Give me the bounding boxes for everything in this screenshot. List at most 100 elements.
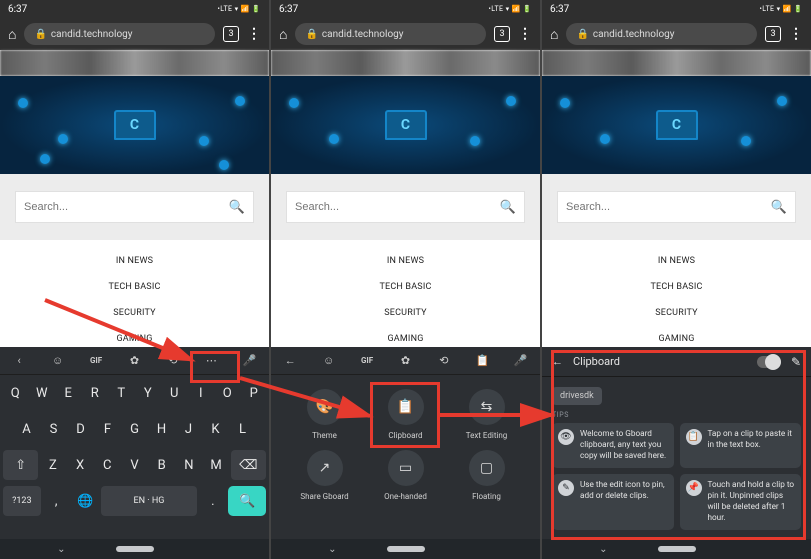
search-box[interactable]: 🔍 bbox=[558, 192, 795, 222]
settings-icon[interactable]: ✿ bbox=[115, 354, 153, 367]
more-icon[interactable]: ⋯ bbox=[192, 354, 230, 367]
key-comma[interactable]: , bbox=[43, 486, 70, 516]
grid-clipboard[interactable]: 📋Clipboard bbox=[370, 389, 441, 440]
key-n[interactable]: N bbox=[176, 450, 201, 480]
key-g[interactable]: G bbox=[122, 414, 147, 444]
nav-item[interactable]: SECURITY bbox=[655, 308, 697, 318]
nav-item[interactable]: GAMING bbox=[658, 334, 694, 344]
key-w[interactable]: W bbox=[30, 378, 55, 408]
toolbar-back-icon[interactable]: ‹ bbox=[0, 354, 38, 367]
key-d[interactable]: D bbox=[68, 414, 93, 444]
key-m[interactable]: M bbox=[204, 450, 229, 480]
menu-icon[interactable]: ⋮ bbox=[247, 26, 261, 42]
menu-icon[interactable]: ⋮ bbox=[518, 26, 532, 42]
search-input[interactable] bbox=[566, 201, 771, 213]
key-u[interactable]: U bbox=[162, 378, 187, 408]
key-space[interactable]: EN · HG bbox=[101, 486, 198, 516]
tabs-button[interactable]: 3 bbox=[223, 26, 239, 42]
key-j[interactable]: J bbox=[176, 414, 201, 444]
key-dot[interactable]: . bbox=[199, 486, 226, 516]
clipboard-toolbar-icon[interactable]: 📋 bbox=[463, 354, 501, 367]
settings-icon[interactable]: ✿ bbox=[386, 354, 424, 367]
address-bar[interactable]: 🔒 candid.technology bbox=[566, 23, 757, 45]
sticker-icon[interactable]: ☺ bbox=[309, 354, 347, 367]
key-search[interactable]: 🔍 bbox=[228, 486, 266, 516]
grid-floating[interactable]: ▢Floating bbox=[451, 450, 522, 501]
gif-icon[interactable]: GIF bbox=[77, 356, 115, 365]
key-q[interactable]: Q bbox=[3, 378, 28, 408]
toolbar-back-icon[interactable]: ← bbox=[271, 354, 309, 367]
clip-chip[interactable]: drivesdk bbox=[552, 387, 602, 405]
key-c[interactable]: C bbox=[95, 450, 120, 480]
key-shift[interactable]: ⇧ bbox=[3, 450, 38, 480]
search-box[interactable]: 🔍 bbox=[16, 192, 253, 222]
key-s[interactable]: S bbox=[41, 414, 66, 444]
nav-item[interactable]: IN NEWS bbox=[658, 256, 695, 266]
tabs-button[interactable]: 3 bbox=[765, 26, 781, 42]
address-bar[interactable]: 🔒 candid.technology bbox=[295, 23, 486, 45]
home-icon[interactable]: ⌂ bbox=[279, 26, 287, 43]
nav-item[interactable]: SECURITY bbox=[384, 308, 426, 318]
key-backspace[interactable]: ⌫ bbox=[231, 450, 266, 480]
nav-item[interactable]: GAMING bbox=[116, 334, 152, 344]
nav-home-pill[interactable] bbox=[387, 546, 425, 552]
nav-down-icon[interactable]: ⌄ bbox=[599, 544, 607, 555]
search-icon[interactable]: 🔍 bbox=[500, 200, 516, 215]
nav-home-pill[interactable] bbox=[116, 546, 154, 552]
tip-card[interactable]: 📋Tap on a clip to paste it in the text b… bbox=[680, 423, 802, 468]
key-y[interactable]: Y bbox=[136, 378, 161, 408]
tabs-button[interactable]: 3 bbox=[494, 26, 510, 42]
key-z[interactable]: Z bbox=[40, 450, 65, 480]
key-t[interactable]: T bbox=[109, 378, 134, 408]
key-symbols[interactable]: ?123 bbox=[3, 486, 41, 516]
key-p[interactable]: P bbox=[242, 378, 267, 408]
key-r[interactable]: R bbox=[83, 378, 108, 408]
search-box[interactable]: 🔍 bbox=[287, 192, 524, 222]
key-o[interactable]: O bbox=[215, 378, 240, 408]
tip-card[interactable]: 👁Welcome to Gboard clipboard, any text y… bbox=[552, 423, 674, 468]
back-icon[interactable]: ← bbox=[552, 355, 563, 368]
key-h[interactable]: H bbox=[149, 414, 174, 444]
clipboard-toggle[interactable] bbox=[757, 356, 781, 368]
home-icon[interactable]: ⌂ bbox=[8, 26, 16, 43]
menu-icon[interactable]: ⋮ bbox=[789, 26, 803, 42]
nav-home-pill[interactable] bbox=[658, 546, 696, 552]
key-e[interactable]: E bbox=[56, 378, 81, 408]
mic-icon[interactable]: 🎤 bbox=[502, 354, 540, 367]
key-globe-icon[interactable]: 🌐 bbox=[72, 486, 99, 516]
search-input[interactable] bbox=[24, 201, 229, 213]
key-l[interactable]: L bbox=[230, 414, 255, 444]
key-x[interactable]: X bbox=[67, 450, 92, 480]
mic-icon[interactable]: 🎤 bbox=[231, 354, 269, 367]
nav-item[interactable]: SECURITY bbox=[113, 308, 155, 318]
home-icon[interactable]: ⌂ bbox=[550, 26, 558, 43]
edit-icon[interactable]: ✎ bbox=[791, 355, 801, 369]
key-f[interactable]: F bbox=[95, 414, 120, 444]
search-icon[interactable]: 🔍 bbox=[229, 200, 245, 215]
grid-theme[interactable]: 🎨Theme bbox=[289, 389, 360, 440]
gif-icon[interactable]: GIF bbox=[348, 356, 386, 365]
nav-item[interactable]: TECH BASIC bbox=[650, 282, 702, 292]
sticker-icon[interactable]: ☺ bbox=[38, 354, 76, 367]
grid-text-editing[interactable]: ⇆Text Editing bbox=[451, 389, 522, 440]
translate-icon[interactable]: ⟲ bbox=[154, 354, 192, 367]
grid-share[interactable]: ↗Share Gboard bbox=[289, 450, 360, 501]
key-v[interactable]: V bbox=[122, 450, 147, 480]
nav-item[interactable]: TECH BASIC bbox=[108, 282, 160, 292]
nav-item[interactable]: IN NEWS bbox=[387, 256, 424, 266]
grid-one-handed[interactable]: ▭One-handed bbox=[370, 450, 441, 501]
tip-card[interactable]: ✎Use the edit icon to pin, add or delete… bbox=[552, 474, 674, 530]
nav-item[interactable]: IN NEWS bbox=[116, 256, 153, 266]
search-input[interactable] bbox=[295, 201, 500, 213]
key-i[interactable]: I bbox=[189, 378, 214, 408]
nav-item[interactable]: GAMING bbox=[387, 334, 423, 344]
nav-item[interactable]: TECH BASIC bbox=[379, 282, 431, 292]
nav-down-icon[interactable]: ⌄ bbox=[328, 544, 336, 555]
nav-down-icon[interactable]: ⌄ bbox=[57, 544, 65, 555]
key-k[interactable]: K bbox=[203, 414, 228, 444]
address-bar[interactable]: 🔒 candid.technology bbox=[24, 23, 215, 45]
translate-icon[interactable]: ⟲ bbox=[425, 354, 463, 367]
key-b[interactable]: B bbox=[149, 450, 174, 480]
key-a[interactable]: A bbox=[14, 414, 39, 444]
tip-card[interactable]: 📌Touch and hold a clip to pin it. Unpinn… bbox=[680, 474, 802, 530]
